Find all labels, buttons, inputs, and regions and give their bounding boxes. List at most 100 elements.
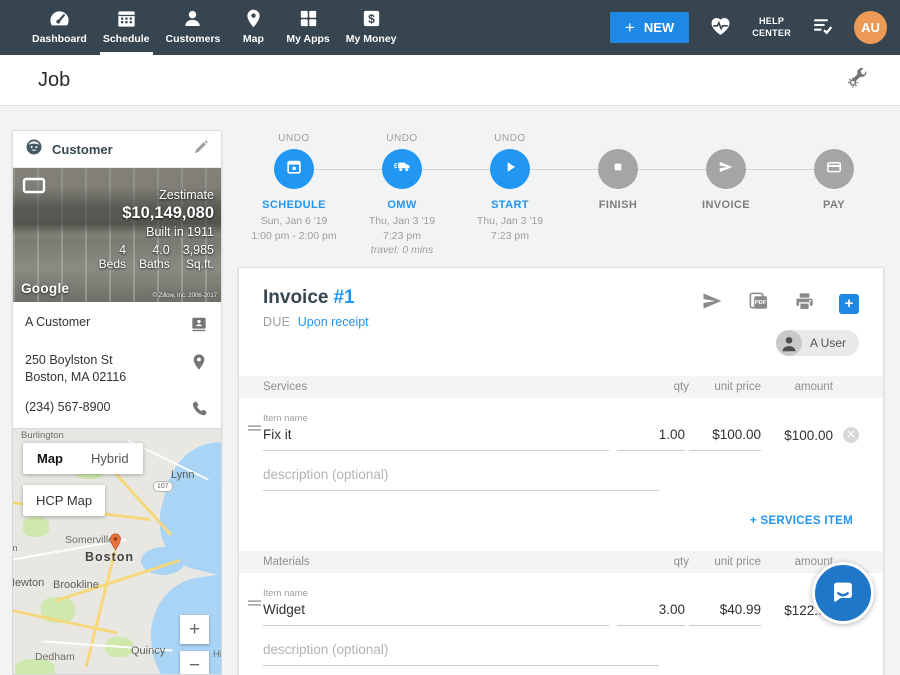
service-item-name-input[interactable]: Fix it: [263, 427, 609, 451]
pdf-icon[interactable]: PDF: [747, 290, 770, 318]
location-pin-icon[interactable]: [189, 352, 209, 377]
nav-item-schedule[interactable]: Schedule: [95, 0, 158, 55]
materials-header: Materials: [263, 556, 621, 568]
material-item-name-input[interactable]: Widget: [263, 602, 609, 626]
invoice-step-button[interactable]: [706, 149, 746, 189]
main-nav: Dashboard Schedule Customers Map My Apps…: [24, 0, 405, 55]
material-line-item: Item name Widget 3.00 $40.99 $122.97: [239, 588, 883, 626]
print-icon[interactable]: [793, 290, 816, 318]
edit-pencil-icon[interactable]: [192, 138, 210, 161]
timeline-step-omw: UNDO OMW Thu, Jan 3 '19 7:23 pm travel: …: [348, 133, 456, 265]
map-label: Lynn: [171, 469, 194, 481]
send-icon: [716, 157, 736, 182]
stop-icon: [608, 157, 628, 182]
nav-item-map[interactable]: Map: [228, 0, 278, 55]
heart-pulse-icon[interactable]: [708, 13, 733, 43]
chat-bubble-icon: [828, 576, 858, 611]
zestimate-overlay: Zestimate $10,149,080 Built in 1911 4Bed…: [99, 188, 214, 271]
service-description-input[interactable]: description (optional): [263, 467, 659, 491]
undo-omw-link[interactable]: UNDO: [348, 133, 456, 146]
map-type-hybrid-button[interactable]: Hybrid: [77, 443, 143, 474]
step-time: 1:00 pm - 2:00 pm: [240, 229, 348, 244]
material-description-input[interactable]: description (optional): [263, 642, 659, 666]
pay-step-button[interactable]: [814, 149, 854, 189]
undo-schedule-link[interactable]: UNDO: [240, 133, 348, 146]
add-service-item-link[interactable]: + SERVICES ITEM: [750, 515, 853, 527]
omw-step-button[interactable]: [382, 149, 422, 189]
map-label: Somerville: [65, 534, 114, 546]
nav-item-my-apps[interactable]: My Apps: [278, 0, 337, 55]
map-label: Quincy: [131, 645, 165, 657]
due-terms-link[interactable]: Upon receipt: [298, 315, 369, 329]
customer-phone: (234) 567-8900: [25, 399, 110, 416]
step-date: Sun, Jan 6 '19: [240, 214, 348, 229]
map-label: Hi: [213, 649, 222, 660]
finish-step-button[interactable]: [598, 149, 638, 189]
phone-icon[interactable]: [190, 399, 209, 423]
street-view-icon[interactable]: [22, 177, 46, 199]
material-unit-price-input[interactable]: $40.99: [689, 602, 761, 626]
add-service-row: + SERVICES ITEM: [239, 511, 883, 529]
unit-price-column-header: unit price: [689, 556, 761, 568]
invoice-actions: PDF +: [700, 289, 859, 318]
contact-card-icon[interactable]: [189, 314, 209, 339]
timeline-step-schedule: UNDO SCHEDULE Sun, Jan 6 '19 1:00 pm - 2…: [240, 133, 348, 265]
step-time: 7:23 pm: [456, 229, 564, 244]
job-status-timeline: UNDO SCHEDULE Sun, Jan 6 '19 1:00 pm - 2…: [240, 133, 888, 265]
schedule-step-button[interactable]: [274, 149, 314, 189]
page-title: Job: [38, 69, 70, 92]
new-button-label: NEW: [644, 20, 674, 35]
calendar-icon: [103, 7, 150, 31]
map-type-map-button[interactable]: Map: [23, 443, 77, 474]
nav-item-customers[interactable]: Customers: [158, 0, 229, 55]
timeline-step-finish: FINISH: [564, 133, 672, 265]
drag-handle-icon[interactable]: [248, 594, 261, 612]
built-year: Built in 1911: [99, 225, 214, 239]
chat-launcher-button[interactable]: [812, 562, 874, 624]
service-amount: $100.00: [761, 428, 833, 451]
drag-handle-icon[interactable]: [248, 419, 261, 437]
map-marker-icon: [109, 533, 122, 556]
assigned-user-chip[interactable]: A User: [776, 330, 859, 356]
activity-list-icon[interactable]: [810, 13, 835, 43]
undo-start-link[interactable]: UNDO: [456, 133, 564, 146]
invoice-title: Invoice: [263, 287, 328, 308]
customer-face-icon: [24, 137, 44, 162]
new-button[interactable]: + NEW: [610, 12, 689, 43]
map-zoom-controls: + −: [180, 615, 209, 675]
service-qty-input[interactable]: 1.00: [617, 427, 685, 451]
user-silhouette-icon: [776, 330, 802, 356]
map-label: Dedham: [35, 651, 75, 663]
sqft-value: 3,985: [183, 243, 214, 257]
send-invoice-icon[interactable]: [700, 289, 724, 318]
start-step-button[interactable]: [490, 149, 530, 189]
remove-item-button[interactable]: ✕: [843, 427, 859, 443]
customer-name: A Customer: [25, 314, 90, 331]
nav-item-my-money[interactable]: $ My Money: [338, 0, 405, 55]
hcp-map-button[interactable]: HCP Map: [23, 485, 105, 516]
timeline-step-start: UNDO START Thu, Jan 3 '19 7:23 pm: [456, 133, 564, 265]
customer-info: A Customer 250 Boylston StBoston, MA 021…: [13, 302, 221, 440]
add-invoice-button[interactable]: +: [839, 294, 859, 314]
service-unit-price-input[interactable]: $100.00: [689, 427, 761, 451]
map-widget[interactable]: Burlington Lynn Somerville Boston Brookl…: [12, 428, 222, 675]
zoom-out-button[interactable]: −: [180, 651, 209, 675]
zoom-in-button[interactable]: +: [180, 615, 209, 644]
item-name-label: Item name: [263, 588, 617, 599]
person-icon: [166, 7, 221, 31]
map-label: Brookline: [53, 579, 99, 591]
step-time: 7:23 pm: [348, 229, 456, 244]
svg-text:$: $: [368, 12, 375, 26]
nav-item-dashboard[interactable]: Dashboard: [24, 0, 95, 55]
step-label: PAY: [780, 199, 888, 211]
due-label: DUE: [263, 315, 290, 329]
user-avatar[interactable]: AU: [854, 11, 887, 44]
customer-card-header: Customer: [13, 131, 221, 168]
step-label: FINISH: [564, 199, 672, 211]
photo-copyright: © Zillow, Inc. 2006-2017: [153, 293, 217, 299]
nav-label: Dashboard: [32, 33, 87, 45]
help-center-link[interactable]: HELP CENTER: [752, 16, 791, 39]
step-label: INVOICE: [672, 199, 780, 211]
job-tools-icon[interactable]: [845, 65, 870, 95]
material-qty-input[interactable]: 3.00: [617, 602, 685, 626]
